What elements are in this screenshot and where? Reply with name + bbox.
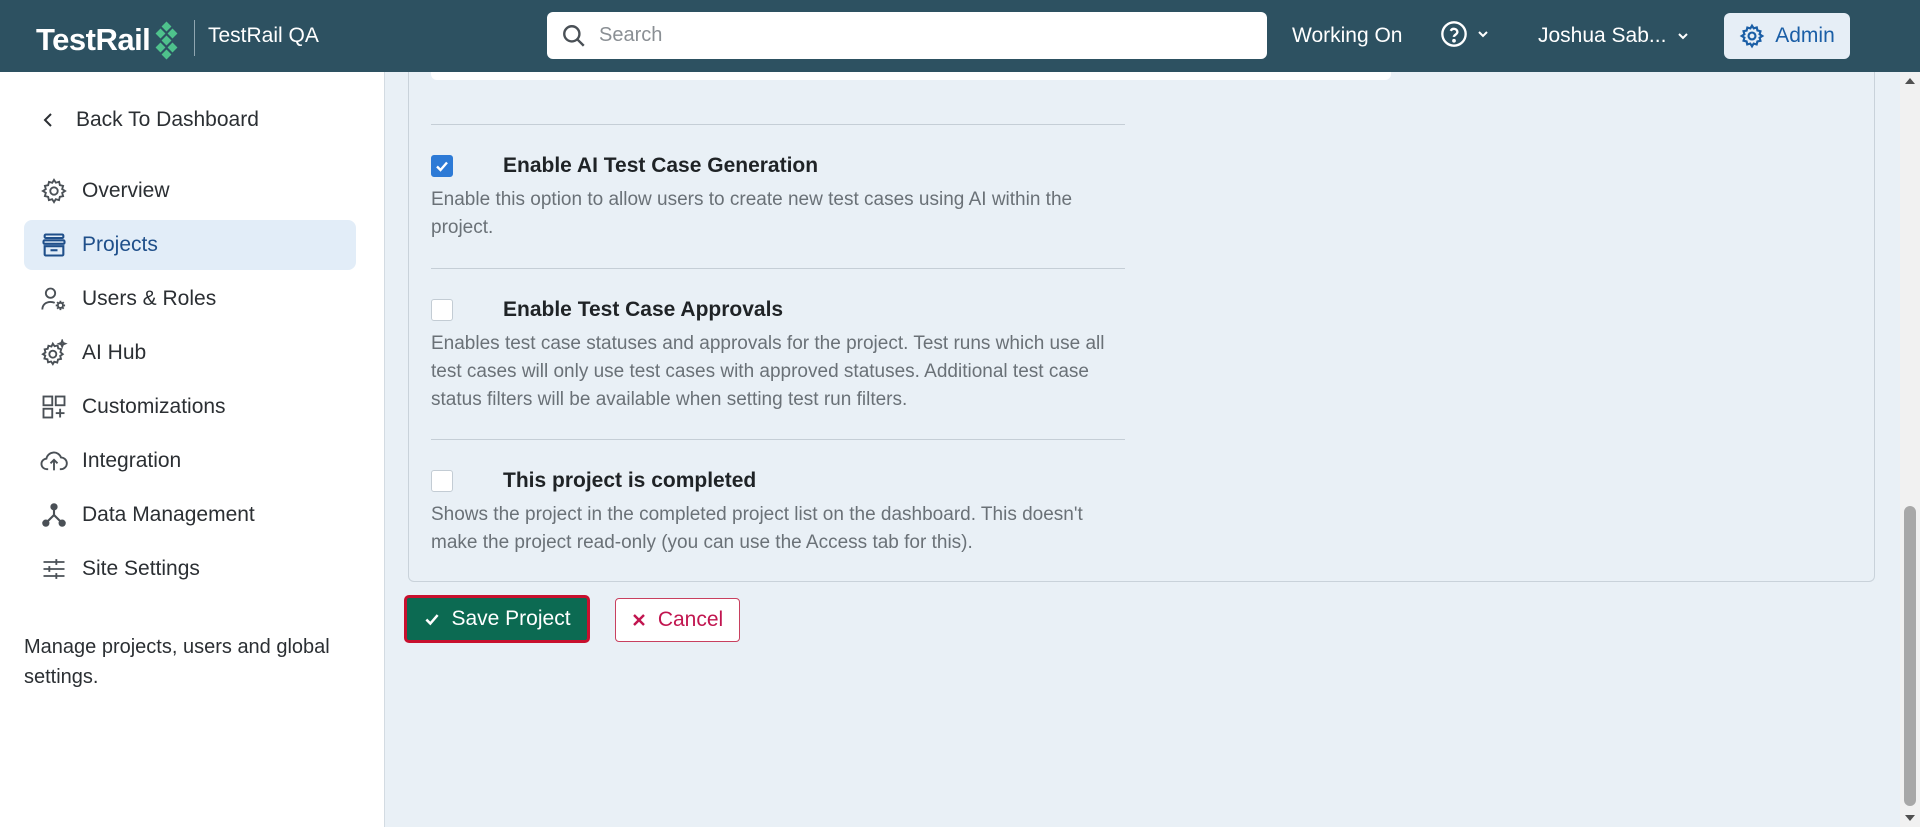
back-to-dashboard-link[interactable]: Back To Dashboard bbox=[42, 108, 259, 132]
option-test-case-approvals: Enable Test Case Approvals Enables test … bbox=[431, 298, 1131, 414]
project-completed-checkbox[interactable] bbox=[431, 470, 453, 492]
search-icon bbox=[563, 24, 585, 47]
scrollbar-thumb[interactable] bbox=[1904, 506, 1916, 806]
sidebar-item-ai-hub[interactable]: AI Hub bbox=[24, 328, 356, 378]
sliders-icon bbox=[43, 559, 65, 579]
sidebar-item-label: AI Hub bbox=[82, 341, 147, 364]
sidebar-item-integration[interactable]: Integration bbox=[24, 436, 356, 486]
gear-icon bbox=[41, 178, 67, 204]
top-navigation-bar: TestRail TestRail QA Working On Joshua S… bbox=[0, 0, 1920, 72]
sidebar-item-projects[interactable]: Projects bbox=[24, 220, 356, 270]
gear-icon bbox=[1739, 23, 1765, 49]
cloud-upload-icon bbox=[40, 451, 68, 471]
projects-icon bbox=[42, 233, 66, 257]
scroll-up-arrow-icon[interactable] bbox=[1905, 78, 1915, 84]
option-title: Enable AI Test Case Generation bbox=[503, 154, 819, 177]
sidebar-item-customizations[interactable]: Customizations bbox=[24, 382, 356, 432]
sidebar-item-label: Site Settings bbox=[82, 557, 200, 580]
cancel-button[interactable]: Cancel bbox=[615, 598, 740, 642]
option-description: Enable this option to allow users to cre… bbox=[431, 189, 1073, 238]
save-label: Save Project bbox=[451, 607, 571, 630]
sidebar-item-data-management[interactable]: Data Management bbox=[24, 490, 356, 540]
sidebar-item-label: Projects bbox=[82, 233, 158, 256]
chevron-down-icon bbox=[1478, 31, 1488, 38]
cancel-label: Cancel bbox=[657, 608, 724, 631]
section-divider bbox=[431, 268, 1125, 269]
sidebar-nav: Overview Projects Users & Roles AI Hub C… bbox=[24, 166, 356, 598]
section-divider bbox=[431, 439, 1125, 440]
testrail-logo[interactable]: TestRail bbox=[36, 21, 178, 60]
sidebar-item-label: Integration bbox=[82, 449, 182, 472]
option-ai-test-case-generation: Enable AI Test Case Generation Enable th… bbox=[431, 154, 1131, 242]
approvals-checkbox[interactable] bbox=[431, 299, 453, 321]
search-input[interactable] bbox=[599, 24, 1239, 47]
checkmark-icon bbox=[436, 161, 448, 172]
page-scrollbar[interactable] bbox=[1900, 72, 1920, 827]
section-divider bbox=[431, 124, 1125, 125]
customizations-icon bbox=[42, 395, 66, 419]
workspace-name[interactable]: TestRail QA bbox=[208, 24, 319, 48]
admin-sidebar: Back To Dashboard Overview Projects User… bbox=[0, 72, 385, 827]
option-description: Enables test case statuses and approvals… bbox=[431, 333, 1105, 410]
logo-mark-icon bbox=[154, 21, 178, 60]
close-icon bbox=[632, 614, 645, 626]
previous-field-box bbox=[431, 72, 1391, 80]
help-menu[interactable] bbox=[1440, 20, 1490, 48]
ai-generation-checkbox[interactable] bbox=[431, 155, 453, 177]
option-title: This project is completed bbox=[503, 469, 757, 492]
save-project-button[interactable]: Save Project bbox=[404, 595, 590, 643]
user-name: Joshua Sab... bbox=[1538, 24, 1667, 47]
option-project-completed: This project is completed Shows the proj… bbox=[431, 469, 1131, 557]
scroll-down-arrow-icon[interactable] bbox=[1905, 815, 1915, 821]
admin-label: Admin bbox=[1775, 24, 1835, 47]
option-title: Enable Test Case Approvals bbox=[503, 298, 784, 321]
chevron-left-icon bbox=[43, 113, 52, 127]
working-on-menu[interactable]: Working On bbox=[1292, 24, 1403, 48]
back-label: Back To Dashboard bbox=[76, 108, 259, 131]
header-divider bbox=[194, 20, 195, 56]
data-management-icon bbox=[42, 503, 66, 527]
checkmark-icon bbox=[425, 614, 440, 626]
search-box[interactable] bbox=[547, 12, 1267, 59]
sidebar-item-label: Overview bbox=[82, 179, 170, 202]
sidebar-description: Manage projects, users and global settin… bbox=[24, 636, 330, 688]
user-menu[interactable]: Joshua Sab... bbox=[1538, 24, 1690, 48]
sidebar-item-overview[interactable]: Overview bbox=[24, 166, 356, 216]
sidebar-item-site-settings[interactable]: Site Settings bbox=[24, 544, 356, 594]
option-description: Shows the project in the completed proje… bbox=[431, 504, 1083, 553]
help-icon bbox=[1441, 21, 1467, 47]
sidebar-item-label: Data Management bbox=[82, 503, 255, 526]
ai-hub-icon bbox=[41, 339, 68, 366]
admin-button[interactable]: Admin bbox=[1724, 13, 1850, 59]
sidebar-item-label: Users & Roles bbox=[82, 287, 217, 310]
chevron-down-icon bbox=[1678, 33, 1689, 40]
users-roles-icon bbox=[41, 287, 66, 311]
sidebar-item-users-roles[interactable]: Users & Roles bbox=[24, 274, 356, 324]
sidebar-item-label: Customizations bbox=[82, 395, 226, 418]
brand-name: TestRail bbox=[36, 22, 151, 57]
project-settings-panel: Enable AI Test Case Generation Enable th… bbox=[408, 72, 1875, 582]
